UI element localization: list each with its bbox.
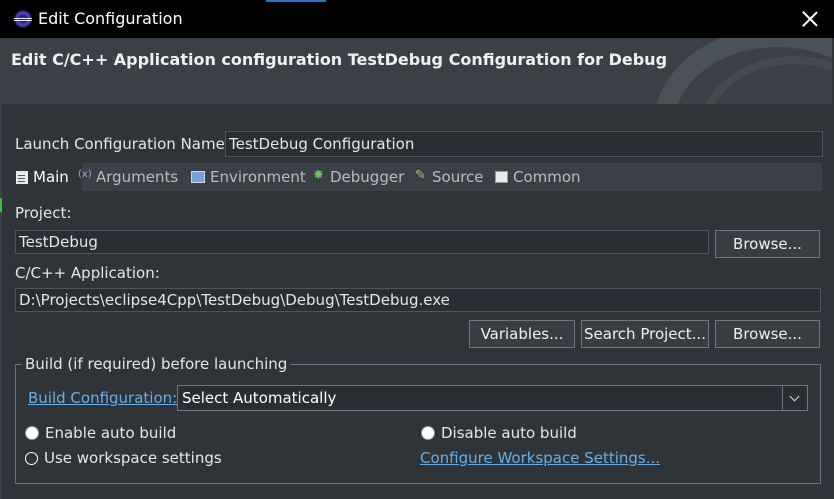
chevron-down-icon [782, 386, 807, 410]
enable-auto-build-radio[interactable]: Enable auto build [25, 424, 176, 442]
build-configuration-select[interactable]: Select Automatically [177, 385, 808, 411]
enable-auto-build-label: Enable auto build [45, 424, 177, 442]
document-icon [16, 170, 28, 184]
source-icon [415, 168, 427, 184]
disable-auto-build-label: Disable auto build [441, 424, 577, 442]
tab-source[interactable]: Source [415, 163, 484, 191]
launch-config-name-label: Launch Configuration Name: [15, 135, 230, 153]
disable-auto-build-radio[interactable]: Disable auto build [421, 424, 577, 442]
application-path-input[interactable] [15, 288, 821, 312]
build-group-title: Build (if required) before launching [22, 355, 291, 373]
build-configuration-value: Select Automatically [182, 389, 337, 407]
common-icon [495, 171, 508, 183]
search-project-button[interactable]: Search Project... [581, 320, 709, 348]
project-browse-button[interactable]: Browse... [715, 230, 820, 258]
radio-unchecked-icon [25, 426, 39, 440]
debugger-icon [313, 168, 325, 184]
tab-main[interactable]: Main [10, 163, 82, 191]
tab-debugger-label: Debugger [330, 168, 405, 186]
left-edge-strip [0, 38, 2, 499]
radio-selected-icon [25, 451, 38, 465]
accent-strip [266, 0, 326, 2]
tab-arguments-label: Arguments [96, 168, 179, 186]
application-browse-label: Browse... [733, 325, 802, 343]
config-tabs: Main Arguments Environment Debugger Sour… [10, 163, 822, 191]
variables-button[interactable]: Variables... [469, 320, 575, 348]
search-project-button-label: Search Project... [584, 325, 706, 343]
application-browse-button[interactable]: Browse... [715, 320, 820, 348]
build-configuration-link[interactable]: Build Configuration: [28, 389, 177, 407]
arguments-icon [78, 169, 92, 184]
project-label: Project: [15, 204, 72, 222]
launch-config-name-input[interactable] [225, 131, 823, 157]
window-title: Edit Configuration [38, 9, 183, 28]
variables-button-label: Variables... [480, 325, 564, 343]
use-workspace-settings-radio[interactable]: Use workspace settings [25, 449, 222, 467]
radio-unchecked-icon [421, 426, 435, 440]
environment-icon [191, 171, 205, 183]
tab-common[interactable]: Common [495, 163, 581, 191]
close-icon[interactable] [802, 11, 818, 27]
tab-source-label: Source [432, 168, 484, 186]
tab-debugger[interactable]: Debugger [313, 163, 404, 191]
title-bar: Edit Configuration [0, 0, 834, 38]
use-workspace-settings-label: Use workspace settings [44, 449, 222, 467]
eclipse-logo-icon [14, 10, 32, 28]
tab-common-label: Common [513, 168, 581, 186]
tab-environment-label: Environment [210, 168, 306, 186]
dialog-header: Edit C/C++ Application configuration Tes… [2, 38, 832, 104]
tab-arguments[interactable]: Arguments [78, 163, 179, 191]
tab-environment[interactable]: Environment [191, 163, 306, 191]
project-browse-label: Browse... [733, 235, 802, 253]
project-input[interactable] [15, 230, 709, 254]
configure-workspace-settings-link[interactable]: Configure Workspace Settings... [420, 449, 660, 467]
dialog-heading: Edit C/C++ Application configuration Tes… [11, 50, 668, 69]
application-label: C/C++ Application: [15, 264, 160, 282]
tab-main-label: Main [33, 168, 69, 186]
